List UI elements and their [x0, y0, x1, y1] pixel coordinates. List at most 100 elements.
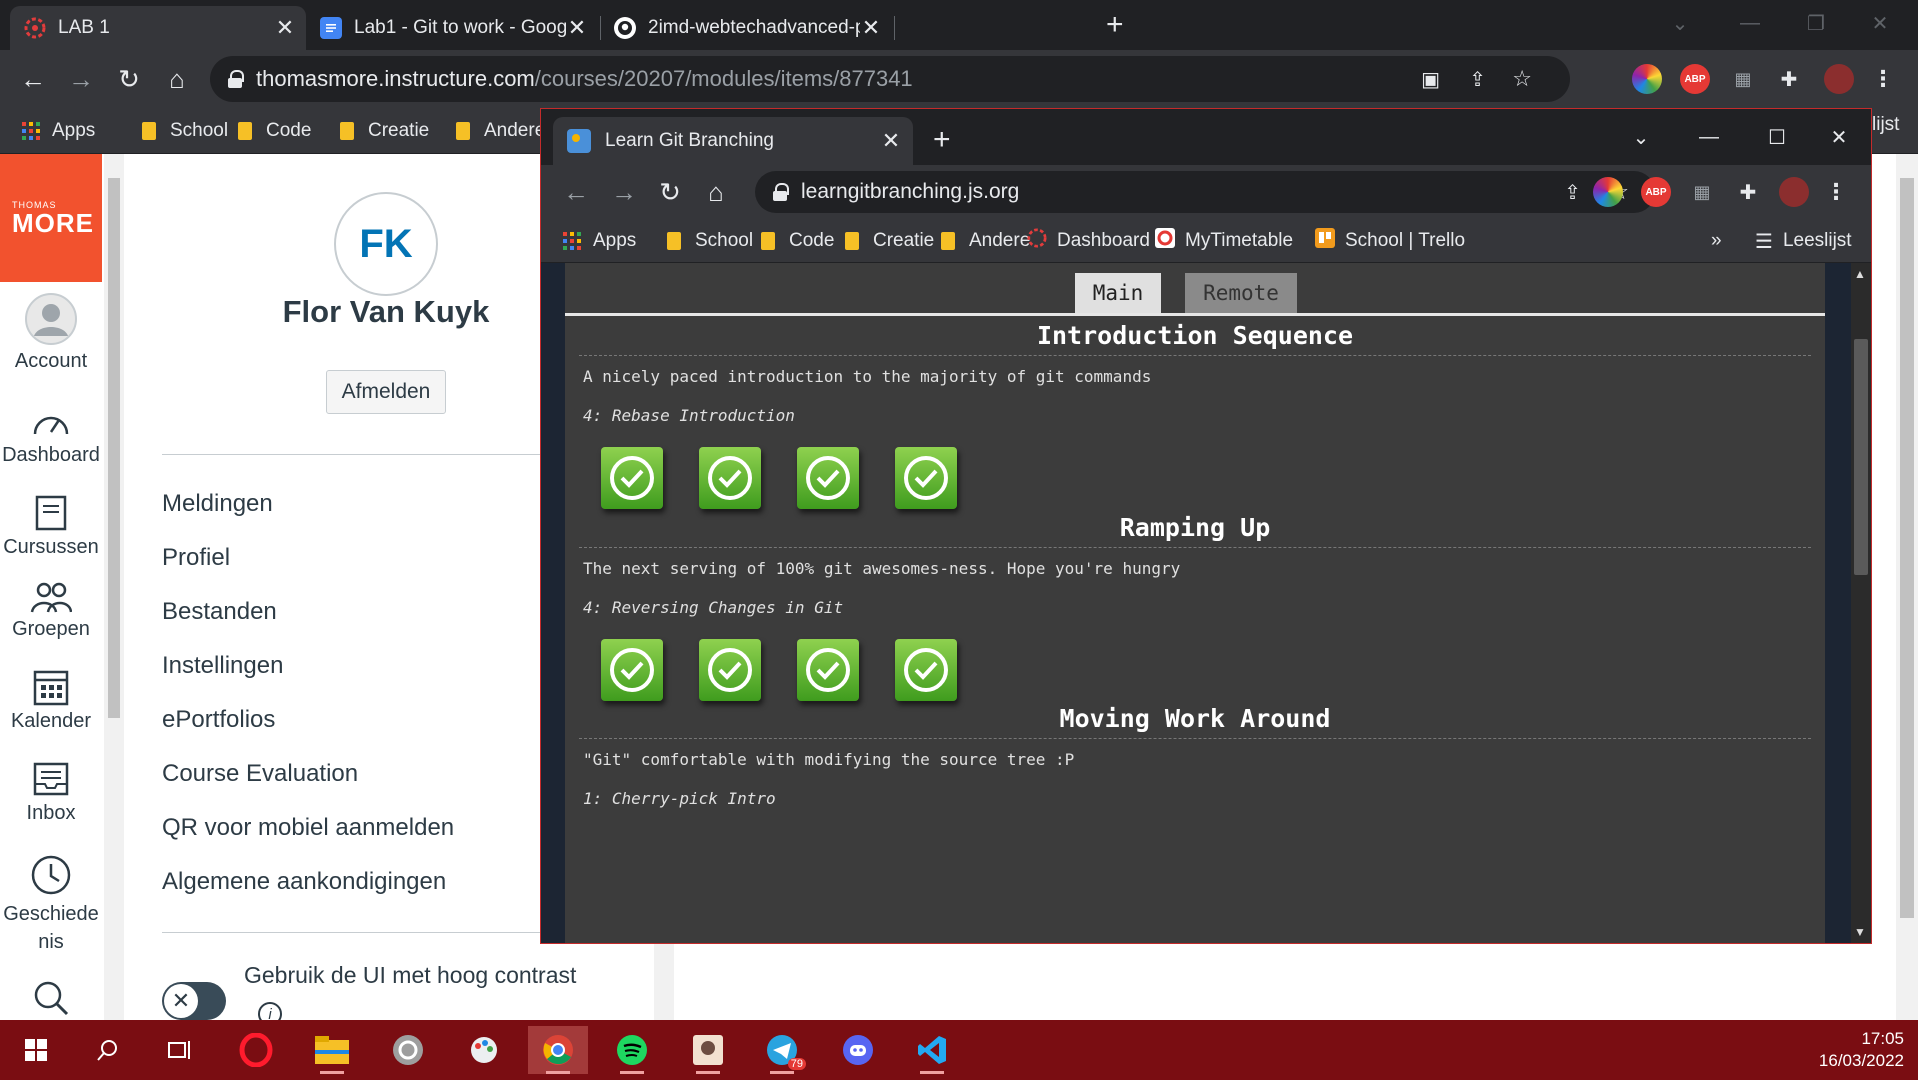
- extension-grey-icon[interactable]: ▦: [1728, 64, 1758, 94]
- home-icon[interactable]: ⌂: [699, 175, 733, 209]
- bookmark-school-trello[interactable]: School | Trello: [1315, 228, 1465, 254]
- adblock-extension-icon[interactable]: ABP: [1641, 177, 1671, 207]
- minimize-icon[interactable]: —: [1720, 6, 1780, 40]
- nav-geschiedenis[interactable]: Geschiede nis: [0, 854, 102, 956]
- content-scrollbar[interactable]: ▲ ▼: [1851, 263, 1871, 943]
- spotify-icon[interactable]: [602, 1026, 662, 1074]
- bookmark-andere[interactable]: Andere: [456, 118, 545, 144]
- link-bestanden[interactable]: Bestanden: [162, 598, 277, 626]
- close-window-icon[interactable]: ✕: [1850, 6, 1910, 40]
- back-arrow-icon[interactable]: ←: [16, 62, 50, 96]
- bookmark-star-icon[interactable]: ☆: [1512, 66, 1532, 92]
- level-3-complete-icon[interactable]: [797, 639, 859, 701]
- close-tab-icon[interactable]: ✕: [566, 15, 588, 41]
- menu-kebab-icon[interactable]: ⋮: [1868, 64, 1898, 94]
- vscode-icon[interactable]: [902, 1026, 962, 1074]
- tab-learn-git-branching[interactable]: Learn Git Branching ✕: [553, 117, 913, 165]
- high-contrast-toggle[interactable]: ✕: [162, 982, 226, 1020]
- nav-account[interactable]: Account: [0, 284, 102, 380]
- tab-remote[interactable]: Remote: [1185, 273, 1297, 313]
- bookmark-apps[interactable]: Apps: [563, 228, 636, 254]
- scroll-down-arrow-icon[interactable]: ▼: [1854, 925, 1866, 939]
- link-instellingen[interactable]: Instellingen: [162, 652, 283, 680]
- blocked-popup-icon[interactable]: ▣: [1421, 67, 1440, 92]
- bookmark-overflow-chevron[interactable]: »: [1711, 228, 1722, 254]
- bookmark-school[interactable]: School: [142, 118, 228, 144]
- bookmark-apps[interactable]: Apps: [22, 118, 95, 144]
- close-tab-icon[interactable]: ✕: [860, 15, 882, 41]
- scroll-up-arrow-icon[interactable]: ▲: [1854, 267, 1866, 281]
- reading-list[interactable]: ☰ Leeslijst: [1755, 228, 1852, 254]
- avatar[interactable]: FK: [334, 192, 438, 296]
- level-2-complete-icon[interactable]: [699, 639, 761, 701]
- level-2-complete-icon[interactable]: [699, 447, 761, 509]
- tab-main[interactable]: Main: [1075, 273, 1161, 313]
- maximize-icon[interactable]: ☐: [1747, 119, 1807, 155]
- task-view-icon[interactable]: [150, 1026, 210, 1074]
- restore-icon[interactable]: ❐: [1786, 6, 1846, 40]
- extension-grey-icon[interactable]: ▦: [1687, 177, 1717, 207]
- new-tab-button[interactable]: +: [1106, 8, 1124, 42]
- minimize-icon[interactable]: —: [1679, 119, 1739, 155]
- address-bar[interactable]: learngitbranching.js.org ⇪ ☆: [755, 171, 1655, 213]
- search-icon[interactable]: [78, 1026, 138, 1074]
- nav-scrollbar[interactable]: [104, 154, 124, 1020]
- bookmark-school[interactable]: School: [667, 228, 753, 254]
- game-icon[interactable]: [678, 1026, 738, 1074]
- discord-icon[interactable]: [828, 1026, 888, 1074]
- tab-google-docs[interactable]: Lab1 - Git to work - Google Docu ✕: [306, 6, 598, 50]
- profile-avatar-icon[interactable]: [1779, 177, 1809, 207]
- opera-icon[interactable]: [226, 1026, 286, 1074]
- home-icon[interactable]: ⌂: [160, 62, 194, 96]
- nav-dashboard[interactable]: Dashboard: [0, 404, 102, 467]
- bookmark-code[interactable]: Code: [761, 228, 834, 254]
- close-tab-icon[interactable]: ✕: [879, 128, 903, 154]
- tab-github[interactable]: 2imd-webtechadvanced-portfolio ✕: [600, 6, 892, 50]
- nav-groepen[interactable]: Groepen: [0, 580, 102, 641]
- level-1-complete-icon[interactable]: [601, 447, 663, 509]
- menu-kebab-icon[interactable]: ⋮: [1821, 177, 1851, 207]
- back-arrow-icon[interactable]: ←: [559, 175, 593, 209]
- paint-icon[interactable]: [454, 1026, 514, 1074]
- bookmark-mytimetable[interactable]: MyTimetable: [1155, 228, 1293, 254]
- thomas-more-logo[interactable]: THOMAS MORE: [0, 154, 102, 282]
- bookmark-creatie[interactable]: Creatie: [845, 228, 934, 254]
- close-tab-icon[interactable]: ✕: [274, 15, 296, 41]
- link-eportfolios[interactable]: ePortfolios: [162, 706, 275, 734]
- adblock-extension-icon[interactable]: ABP: [1680, 64, 1710, 94]
- profile-avatar-icon[interactable]: [1824, 64, 1854, 94]
- tab-search-icon[interactable]: ⌄: [1650, 6, 1710, 40]
- link-course-evaluation[interactable]: Course Evaluation: [162, 760, 358, 788]
- nav-cursussen[interactable]: Cursussen: [0, 494, 102, 559]
- extensions-puzzle-icon[interactable]: ✚: [1774, 64, 1804, 94]
- scroll-thumb[interactable]: [1900, 178, 1914, 918]
- link-profiel[interactable]: Profiel: [162, 544, 230, 572]
- scroll-thumb[interactable]: [108, 178, 120, 718]
- bookmark-code[interactable]: Code: [238, 118, 311, 144]
- level-3-complete-icon[interactable]: [797, 447, 859, 509]
- scroll-thumb[interactable]: [1854, 339, 1868, 575]
- link-meldingen[interactable]: Meldingen: [162, 490, 273, 518]
- tab-lab1[interactable]: LAB 1 ✕: [10, 6, 306, 50]
- link-qr-mobile-login[interactable]: QR voor mobiel aanmelden: [162, 814, 454, 842]
- chrome-icon[interactable]: [528, 1026, 588, 1074]
- reload-icon[interactable]: ↻: [653, 175, 687, 209]
- color-picker-extension-icon[interactable]: [1593, 177, 1623, 207]
- file-explorer-icon[interactable]: [302, 1026, 362, 1074]
- bookmark-creatie[interactable]: Creatie: [340, 118, 429, 144]
- forward-arrow-icon[interactable]: →: [64, 62, 98, 96]
- link-announcements[interactable]: Algemene aankondigingen: [162, 868, 446, 896]
- logout-button[interactable]: Afmelden: [326, 370, 446, 414]
- nav-inbox[interactable]: Inbox: [0, 760, 102, 825]
- close-window-icon[interactable]: ✕: [1809, 119, 1869, 155]
- address-bar[interactable]: thomasmore.instructure.com/courses/20207…: [210, 56, 1570, 102]
- level-1-complete-icon[interactable]: [601, 639, 663, 701]
- new-tab-button[interactable]: +: [933, 123, 951, 157]
- bookmark-dashboard[interactable]: Dashboard: [1027, 228, 1150, 254]
- system-clock[interactable]: 17:05 16/03/2022: [1819, 1028, 1904, 1072]
- level-4-complete-icon[interactable]: [895, 447, 957, 509]
- share-icon[interactable]: ⇪: [1564, 180, 1581, 205]
- nav-kalender[interactable]: Kalender: [0, 666, 102, 733]
- start-windows-icon[interactable]: [6, 1026, 66, 1074]
- app-circle-icon[interactable]: [378, 1026, 438, 1074]
